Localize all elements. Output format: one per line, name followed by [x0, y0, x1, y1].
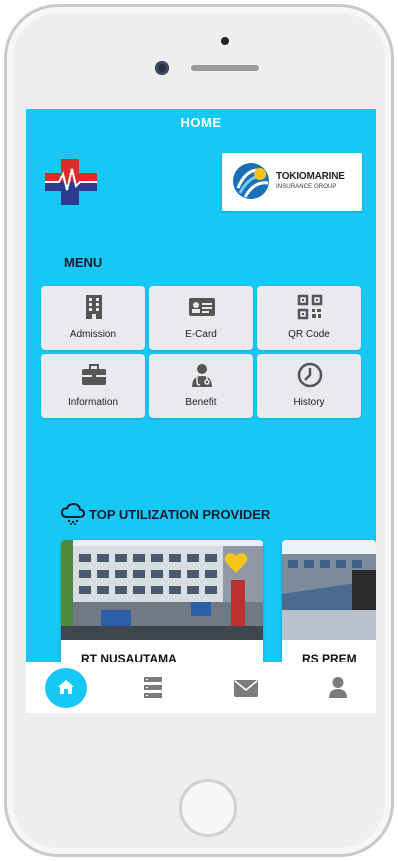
cloud-rain-icon: [61, 503, 85, 525]
qr-code-icon: [297, 294, 323, 320]
menu-information-button[interactable]: Information: [41, 354, 145, 418]
menu-history-label: History: [293, 397, 325, 408]
menu-qrcode-button[interactable]: QR Code: [257, 286, 361, 350]
menu-qrcode-label: QR Code: [288, 329, 330, 340]
menu-grid: Admission E-Card QR Code Information Ben…: [41, 286, 363, 420]
nav-mail-button[interactable]: [216, 662, 276, 713]
phone-home-button[interactable]: [179, 779, 237, 837]
menu-ecard-button[interactable]: E-Card: [149, 286, 253, 350]
list-icon: [144, 677, 162, 698]
earpiece-speaker: [191, 65, 259, 71]
menu-title: MENU: [64, 255, 103, 270]
front-sensor: [221, 37, 229, 45]
menu-benefit-button[interactable]: Benefit: [149, 354, 253, 418]
nav-profile-button[interactable]: [308, 662, 368, 713]
provider-photo: [282, 540, 376, 640]
favorite-heart-icon[interactable]: [224, 552, 248, 574]
provider-card[interactable]: RS PREM: [282, 540, 376, 670]
home-icon: [58, 680, 74, 694]
page-title: HOME: [180, 115, 222, 130]
provider-card[interactable]: RT NUSAUTAMA: [61, 540, 263, 670]
menu-admission-button[interactable]: Admission: [41, 286, 145, 350]
menu-ecard-label: E-Card: [185, 329, 217, 340]
app-screen: HOME TOKIOMARINE INSURANCE GROUP MENU Ad…: [26, 109, 376, 713]
menu-admission-label: Admission: [69, 329, 117, 340]
partner-logo-card: TOKIOMARINE INSURANCE GROUP: [222, 153, 362, 211]
bottom-navigation: [26, 662, 376, 713]
doctor-icon: [192, 364, 212, 387]
tokiomarine-emblem-icon: [233, 163, 269, 199]
menu-benefit-label: Benefit: [185, 397, 217, 408]
nav-list-button[interactable]: [124, 662, 184, 713]
front-camera: [155, 61, 169, 75]
mail-icon: [234, 680, 258, 697]
menu-information-label: Information: [67, 397, 119, 408]
partner-subtitle: INSURANCE GROUP: [276, 184, 337, 190]
clock-icon: [297, 362, 323, 388]
user-icon: [329, 677, 347, 698]
building-icon: [86, 295, 102, 319]
nav-home-button[interactable]: [38, 662, 98, 713]
medical-cross-logo: [45, 159, 97, 205]
provider-section-title: TOP UTILIZATION PROVIDER: [89, 507, 271, 522]
briefcase-icon: [82, 364, 106, 385]
id-card-icon: [189, 298, 215, 316]
partner-name: TOKIOMARINE: [276, 171, 345, 182]
menu-history-button[interactable]: History: [257, 354, 361, 418]
